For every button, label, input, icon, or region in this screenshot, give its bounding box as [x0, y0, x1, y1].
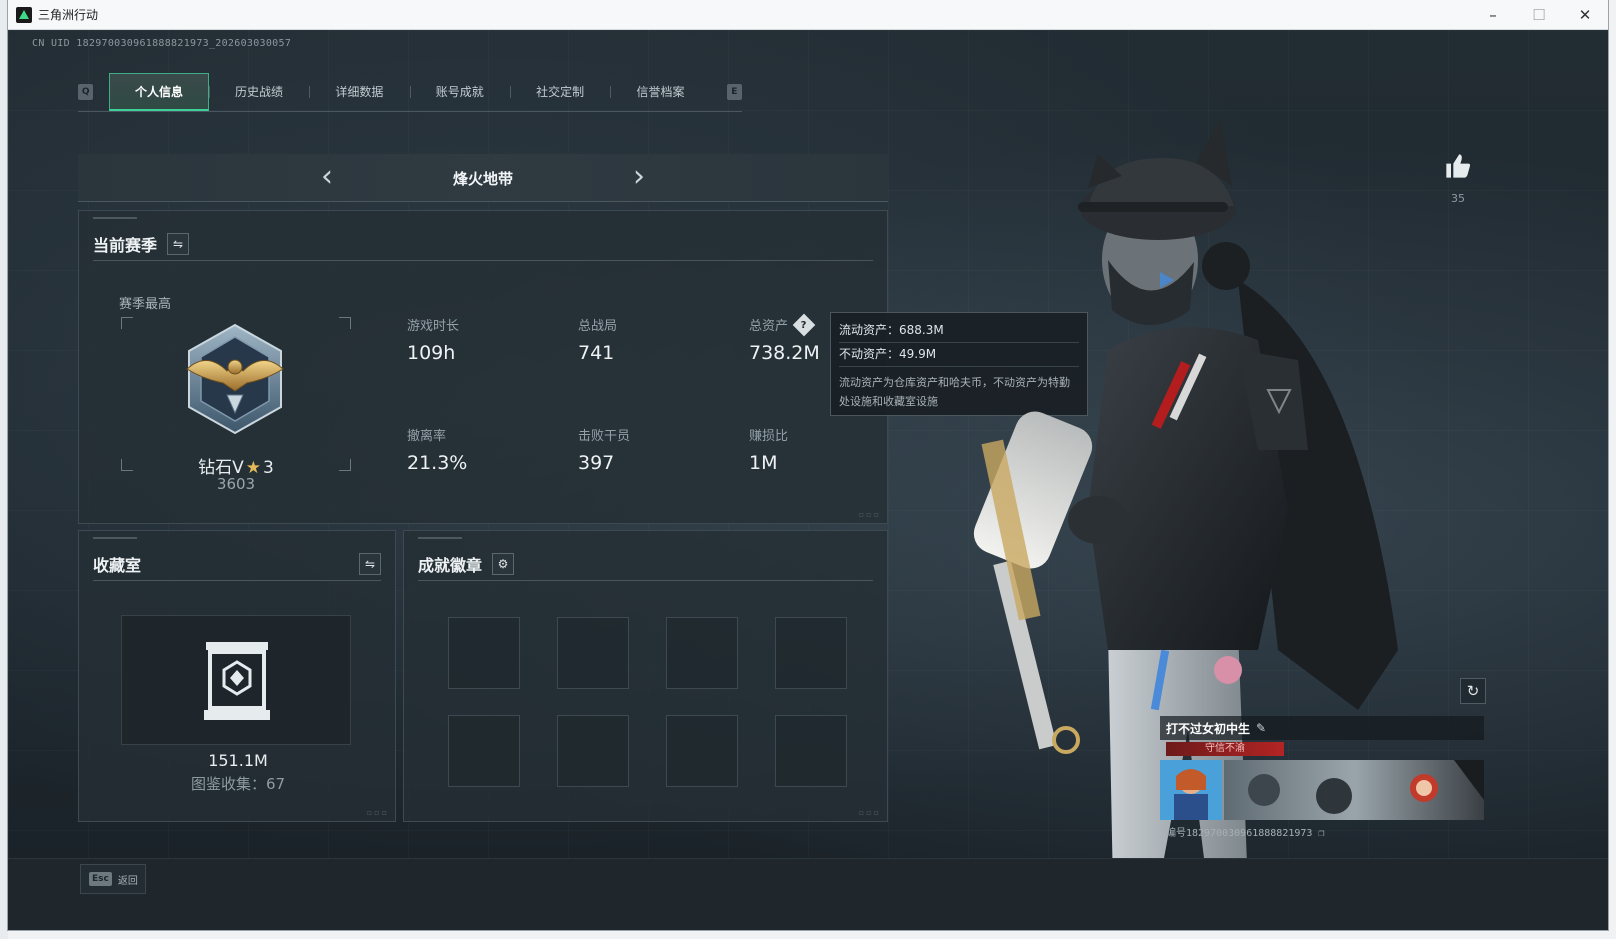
esc-key-hint: Esc	[89, 872, 112, 886]
stat-operators-defeated: 击败干员 397	[578, 429, 631, 474]
badge-slot[interactable]	[557, 715, 629, 787]
gear-icon: ⚙	[497, 556, 509, 571]
tab-credit-record[interactable]: 信誉档案	[610, 73, 710, 111]
mode-title: 烽火地带	[452, 170, 513, 188]
badge-slot[interactable]	[448, 617, 520, 689]
stat-profit-loss-ratio: 赚损比 1M	[749, 429, 789, 474]
badge-slot[interactable]	[557, 617, 629, 689]
tab-next-key[interactable]: E	[726, 83, 742, 100]
badge-slot[interactable]	[666, 617, 738, 689]
achievements-title: 成就徽章	[418, 555, 483, 575]
mode-next-button[interactable]: ›	[626, 162, 652, 192]
mode-selector: ‹ 烽火地带 ›	[78, 154, 888, 202]
card-banner-image	[1224, 760, 1484, 820]
display-case-icon	[204, 642, 270, 720]
collection-value: 151.1M	[208, 751, 268, 770]
profile-card[interactable]: 打不过女初中生 ✎ ♜ 守信不渝 编号1829700309618888219​7…	[1160, 716, 1484, 846]
minimize-button[interactable]: –	[1470, 0, 1516, 30]
game-viewport: CN UID 1829700309618888219​73_2026030300…	[8, 30, 1608, 930]
achievements-header: 成就徽章 ⚙	[418, 547, 873, 581]
edit-icon[interactable]: ✎	[1256, 721, 1266, 735]
collection-header: 收藏室 ⇋	[93, 547, 381, 581]
collection-display[interactable]	[121, 615, 351, 745]
window-title: 三角洲行动	[38, 8, 99, 22]
badge-slot[interactable]	[775, 617, 847, 689]
avatar-image	[1160, 760, 1222, 820]
refresh-button[interactable]: ↻	[1460, 678, 1486, 704]
season-switch-button[interactable]: ⇋	[167, 232, 190, 255]
badge-slot[interactable]	[775, 715, 847, 787]
collection-title: 收藏室	[93, 555, 142, 575]
rank-display: 钻石V ★ 3 3603	[121, 317, 351, 493]
season-title: 当前赛季	[93, 235, 158, 255]
badge-slot[interactable]	[666, 715, 738, 787]
player-id: 编号1829700309618888219​73 ❐	[1166, 828, 1325, 839]
stat-total-matches: 总战局 741	[578, 319, 618, 364]
badge-slot[interactable]	[448, 715, 520, 787]
tab-personal-info[interactable]: 个人信息	[109, 72, 209, 111]
title-bar: 三角洲行动 – ☐ ✕	[8, 0, 1608, 30]
app-logo-icon	[16, 6, 32, 23]
achievement-badges-panel: 成就徽章 ⚙ ▫▫▫	[403, 530, 888, 822]
tab-match-history[interactable]: 历史战绩	[208, 73, 309, 111]
player-name: 打不过女初中生	[1166, 721, 1251, 736]
profile-tabs: Q 个人信息 历史战绩 详细数据 账号成就 社交定制 信誉档案 E	[78, 72, 742, 112]
stat-playtime: 游戏时长 109h	[407, 319, 460, 364]
badge-settings-button[interactable]: ⚙	[492, 552, 515, 575]
back-button[interactable]: Esc 返回	[80, 864, 146, 894]
reputation-tag: 守信不渝	[1166, 742, 1284, 756]
close-button[interactable]: ✕	[1562, 0, 1608, 30]
tab-social-custom[interactable]: 社交定制	[509, 73, 610, 111]
uid-label: CN UID 1829700309618888219​73_2026030300…	[32, 38, 292, 49]
panel-decoration	[93, 217, 137, 219]
card-header: 打不过女初中生 ✎	[1160, 716, 1484, 740]
copy-icon[interactable]: ❐	[1318, 828, 1324, 839]
diamond-rank-emblem-icon	[186, 323, 284, 435]
help-icon[interactable]: ?	[792, 313, 816, 336]
rank-score: 3603	[216, 475, 256, 493]
tab-detailed-data[interactable]: 详细数据	[309, 73, 409, 111]
season-header: 当前赛季 ⇋	[93, 227, 873, 261]
back-label: 返回	[117, 875, 138, 887]
bottom-bar	[8, 858, 1608, 930]
thumbs-up-icon	[1446, 154, 1471, 178]
stat-extraction-rate: 撤离率 21.3%	[407, 429, 468, 474]
tab-achievements[interactable]: 账号成就	[409, 73, 510, 111]
current-season-panel: 当前赛季 ⇋ 赛季最高 钻石V ★ 3 3603 游戏时长 109h 总战局 7…	[78, 210, 888, 524]
like-control[interactable]: 35	[1442, 152, 1474, 205]
panel-corner-decoration: ▫▫▫	[858, 510, 881, 519]
app-window: 三角洲行动 – ☐ ✕ CN UID 1829700309618888219​7…	[8, 0, 1608, 930]
tab-prev-key[interactable]: Q	[78, 83, 94, 100]
season-best-label: 赛季最高	[119, 297, 172, 312]
collection-count: 图鉴收集：67	[190, 775, 286, 793]
maximize-button[interactable]: ☐	[1516, 0, 1562, 30]
collection-room-panel: 收藏室 ⇋ 151.1M 图鉴收集：67 ▫▫▫	[78, 530, 396, 822]
collection-switch-button[interactable]: ⇋	[359, 552, 381, 575]
like-count: 35	[1451, 192, 1465, 205]
